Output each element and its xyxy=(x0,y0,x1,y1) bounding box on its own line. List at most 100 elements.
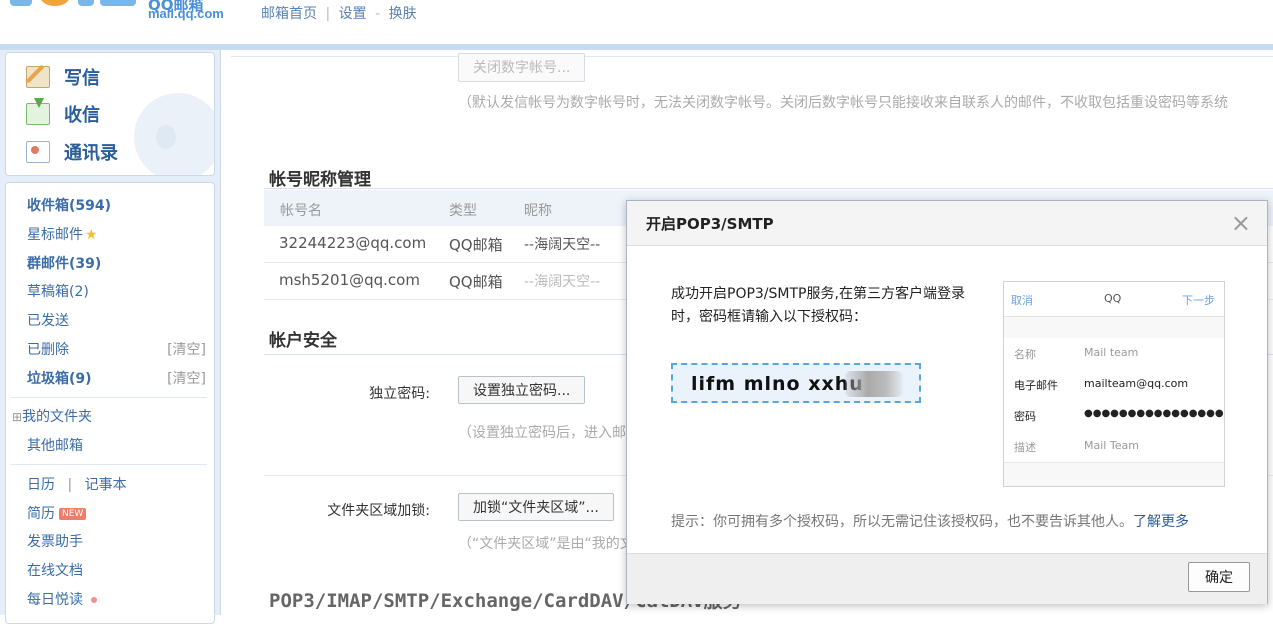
set-independent-password-button[interactable]: 设置独立密码... xyxy=(458,376,586,404)
divider xyxy=(11,397,207,398)
phone-value: Mail Team xyxy=(1084,439,1139,452)
penguin-decoration xyxy=(134,93,214,175)
folder-spam-label: 垃圾箱 xyxy=(27,371,69,387)
security-section-title: 帐户安全 xyxy=(269,331,337,351)
independent-password-note: （设置独立密码后，进入邮 xyxy=(458,425,626,441)
phone-row-desc: 描述 Mail Team xyxy=(1004,431,1224,463)
phone-key: 名称 xyxy=(1014,348,1036,361)
nick-cell: --海阔天空-- xyxy=(524,237,601,253)
folder-lock-note: （“文件夹区域”是由“我的文 xyxy=(458,536,634,552)
compose-button[interactable]: 写信 xyxy=(26,62,100,92)
learn-more-link[interactable]: 了解更多 xyxy=(1133,514,1189,530)
expand-icon[interactable]: ⊞ xyxy=(12,410,22,424)
folder-drafts-count: (2) xyxy=(69,284,89,300)
nav-settings-link[interactable]: 设置 xyxy=(339,6,367,22)
phone-key: 密码 xyxy=(1014,410,1036,423)
other-mailbox[interactable]: 其他邮箱 xyxy=(27,435,83,455)
close-icon[interactable]: × xyxy=(1231,209,1251,237)
phone-title: QQ xyxy=(1104,292,1122,305)
folder-lock-button[interactable]: 加锁“文件夹区域”... xyxy=(458,493,614,521)
code-blur-mask xyxy=(845,371,903,397)
folder-spam[interactable]: 垃圾箱(9) xyxy=(27,368,92,388)
new-badge: NEW xyxy=(59,508,87,520)
client-setup-illustration: 取消 QQ 下一步 名称 Mail team 电子邮件 mailteam@qq.… xyxy=(1003,281,1225,487)
phone-value: ●●●●●●●●●●●●●●●● xyxy=(1084,408,1224,419)
folder-deleted[interactable]: 已删除 xyxy=(27,339,69,359)
dialog-footer: 确定 xyxy=(627,553,1267,604)
folder-starred[interactable]: 星标邮件 ★ xyxy=(27,224,98,244)
invoice-link[interactable]: 发票助手 xyxy=(27,531,83,551)
receive-icon xyxy=(26,98,50,125)
section-divider xyxy=(264,188,1273,189)
tools-separator: | xyxy=(67,477,73,493)
nick-cell: --海阔天空-- xyxy=(524,274,601,290)
resume-link[interactable]: 简历 NEW xyxy=(27,503,87,523)
folder-lock-label: 文件夹区域加锁: xyxy=(327,503,430,519)
phone-key: 电子邮件 xyxy=(1014,379,1058,392)
folder-inbox[interactable]: 收件箱(594) xyxy=(27,195,111,215)
folder-drafts-label: 草稿箱 xyxy=(27,284,69,300)
authorization-code: lifm mlno xxhu xyxy=(691,373,864,395)
compose-label: 写信 xyxy=(64,68,100,89)
authorization-code-box[interactable]: lifm mlno xxhu xyxy=(671,363,921,403)
clear-deleted-link[interactable]: [清空] xyxy=(167,339,206,359)
clear-spam-link[interactable]: [清空] xyxy=(167,368,206,388)
account-cell: msh5201@qq.com xyxy=(279,271,420,289)
close-digital-account-button[interactable]: 关闭数字帐号... xyxy=(458,53,586,82)
folder-inbox-label: 收件箱 xyxy=(27,198,69,214)
my-folders[interactable]: ⊞我的文件夹 xyxy=(12,406,92,426)
account-cell: 32244223@qq.com xyxy=(279,234,427,252)
folder-drafts[interactable]: 草稿箱(2) xyxy=(27,281,89,301)
col-type-header: 类型 xyxy=(449,203,477,219)
folder-sent[interactable]: 已发送 xyxy=(27,310,69,330)
type-cell: QQ邮箱 xyxy=(449,273,503,291)
phone-row-email: 电子邮件 mailteam@qq.com xyxy=(1004,369,1224,401)
dialog-title: 开启POP3/SMTP xyxy=(646,215,774,233)
phone-value: Mail team xyxy=(1084,346,1139,359)
phone-top-bar: 取消 QQ 下一步 xyxy=(1004,282,1224,317)
daily-read-link[interactable]: 每日悦读 xyxy=(27,589,97,609)
divider xyxy=(11,464,207,465)
phone-next: 下一步 xyxy=(1182,294,1215,307)
dialog-header: 开启POP3/SMTP × xyxy=(627,201,1267,246)
phone-row-password: 密码 ●●●●●●●●●●●●●●●● xyxy=(1004,400,1224,432)
star-icon: ★ xyxy=(85,227,98,243)
folder-starred-label: 星标邮件 xyxy=(27,227,83,243)
calendar-link[interactable]: 日历 xyxy=(27,477,55,493)
phone-key: 描述 xyxy=(1014,441,1036,454)
col-account-header: 帐号名 xyxy=(280,203,322,219)
docs-link[interactable]: 在线文档 xyxy=(27,560,83,580)
top-bar: QQ邮箱 mail.qq.com 邮箱首页 | 设置 - 换肤 xyxy=(0,0,1273,44)
nav-skin-link[interactable]: 换肤 xyxy=(389,6,417,22)
top-nav: 邮箱首页 | 设置 - 换肤 xyxy=(261,3,417,23)
independent-password-label: 独立密码: xyxy=(369,386,430,402)
unread-dot-icon xyxy=(91,597,97,603)
receive-label: 收信 xyxy=(64,105,100,126)
nickname-section-title: 帐号昵称管理 xyxy=(269,170,371,190)
col-nick-header: 昵称 xyxy=(524,203,552,219)
digital-account-note: （默认发信帐号为数字帐号时，无法关闭数字帐号。关闭后数字帐号只能接收来自联系人的… xyxy=(458,95,1228,111)
phone-value: mailteam@qq.com xyxy=(1084,377,1189,390)
quick-actions-panel: 写信 收信 通讯录 xyxy=(5,52,215,176)
compose-icon xyxy=(26,66,50,88)
folder-spam-count: (9) xyxy=(69,371,92,387)
type-cell: QQ邮箱 xyxy=(449,236,503,254)
mail-logo-art[interactable] xyxy=(0,0,140,20)
dialog-tip: 提示：你可拥有多个授权码，所以无需记住该授权码，也不要告诉其他人。了解更多 xyxy=(671,511,1189,531)
contacts-icon xyxy=(26,141,50,163)
folder-group-label: 群邮件 xyxy=(27,256,69,272)
receive-button[interactable]: 收信 xyxy=(26,98,100,129)
folder-inbox-count: (594) xyxy=(69,198,112,214)
daily-read-label: 每日悦读 xyxy=(27,592,83,608)
nav-home-link[interactable]: 邮箱首页 xyxy=(261,6,317,22)
folder-group[interactable]: 群邮件(39) xyxy=(27,253,101,273)
contacts-label: 通讯录 xyxy=(64,143,118,164)
contacts-button[interactable]: 通讯录 xyxy=(26,137,118,167)
notes-link[interactable]: 记事本 xyxy=(85,477,127,493)
phone-cancel: 取消 xyxy=(1011,294,1033,307)
dialog-message: 成功开启POP3/SMTP服务,在第三方客户端登录时，密码框请输入以下授权码： xyxy=(671,286,965,325)
folder-group-count: (39) xyxy=(69,256,102,272)
phone-row-name: 名称 Mail team xyxy=(1004,338,1224,370)
resume-label: 简历 xyxy=(27,506,55,522)
confirm-button[interactable]: 确定 xyxy=(1188,562,1250,592)
